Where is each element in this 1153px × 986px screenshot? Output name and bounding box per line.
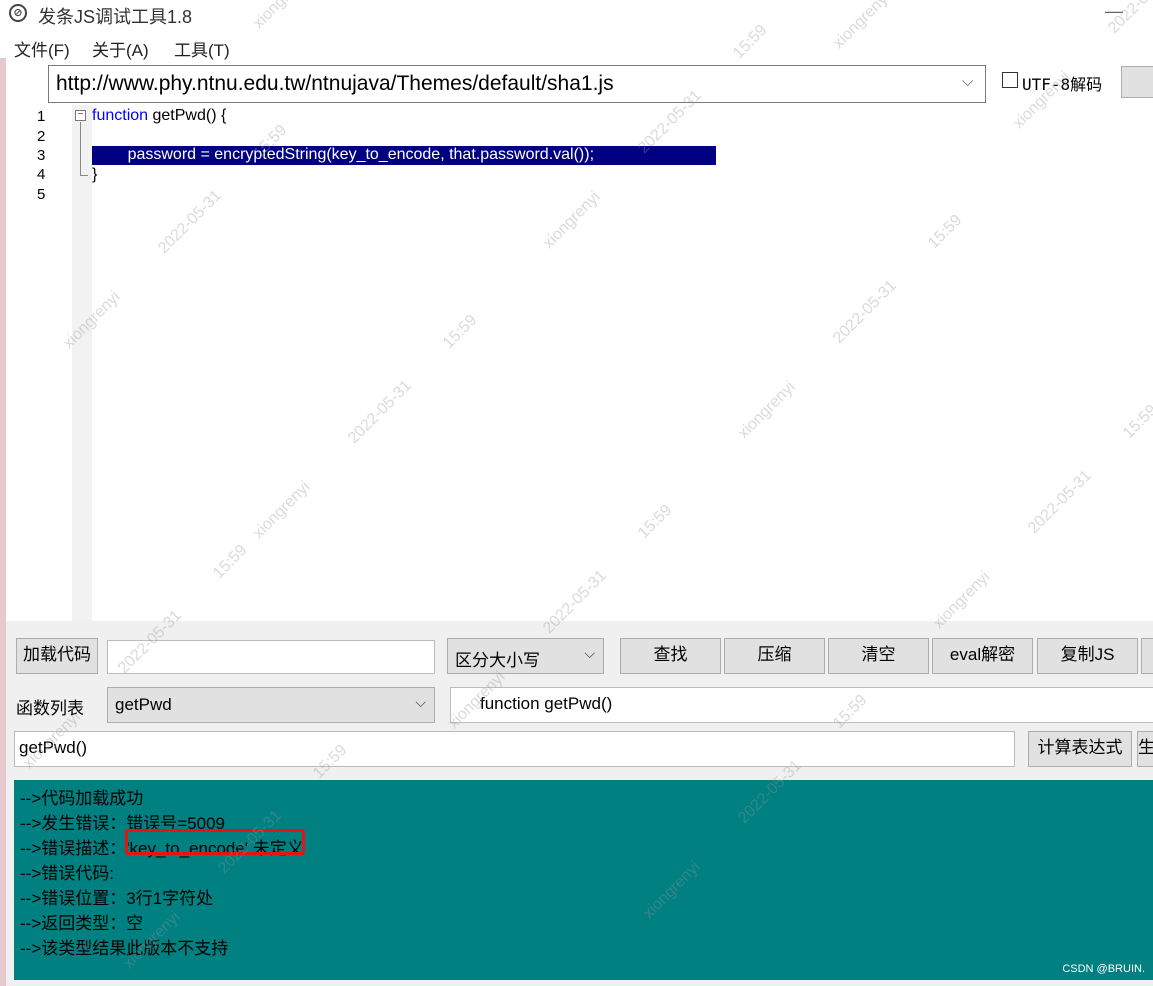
window-title: 发条JS调试工具1.8 bbox=[38, 7, 193, 27]
eval-decrypt-button[interactable]: eval解密 bbox=[932, 638, 1033, 674]
output-line: -->返回类型：空 bbox=[20, 914, 144, 933]
fold-guide-end bbox=[80, 175, 88, 176]
line-number: 4 bbox=[37, 166, 46, 183]
chevron-down-icon: ⌵ bbox=[584, 645, 595, 661]
collapse-icon[interactable]: − bbox=[75, 110, 86, 121]
compute-expression-button[interactable]: 计算表达式 bbox=[1028, 731, 1132, 767]
clear-button[interactable]: 清空 bbox=[828, 638, 929, 674]
source-credit: CSDN @BRUIN. bbox=[1062, 963, 1145, 975]
load-code-button[interactable]: 加载代码 bbox=[16, 638, 98, 674]
expression-value: getPwd() bbox=[19, 738, 88, 757]
line-number: 1 bbox=[37, 108, 46, 125]
line-number: 3 bbox=[37, 147, 46, 164]
function-list-label: 函数列表 bbox=[16, 699, 84, 718]
copy-js-button[interactable]: 复制JS bbox=[1037, 638, 1138, 674]
search-input[interactable] bbox=[107, 640, 435, 674]
expression-input[interactable] bbox=[14, 731, 1015, 767]
output-line: -->错误代码: bbox=[20, 864, 114, 883]
code-keyword: function bbox=[92, 107, 149, 124]
generate-button[interactable]: 生 bbox=[1137, 731, 1153, 767]
code-editor[interactable] bbox=[6, 105, 1153, 621]
code-text: getPwd() { bbox=[148, 107, 227, 124]
chevron-down-icon[interactable]: ⌵ bbox=[962, 73, 973, 90]
function-signature: function getPwd() bbox=[480, 694, 613, 713]
chevron-down-icon: ⌵ bbox=[415, 694, 426, 710]
app-icon: ⊘ bbox=[9, 4, 27, 22]
menu-bar bbox=[0, 34, 1153, 60]
compress-button[interactable]: 压缩 bbox=[724, 638, 825, 674]
line-number: 2 bbox=[37, 128, 46, 145]
code-line-1: function getPwd() { bbox=[92, 107, 226, 125]
menu-tools[interactable]: 工具(T) bbox=[174, 36, 230, 61]
minimize-button[interactable]: — bbox=[1103, 0, 1125, 26]
url-value: http://www.phy.ntnu.edu.tw/ntnujava/Them… bbox=[56, 72, 614, 95]
function-select[interactable]: getPwd ⌵ bbox=[107, 687, 435, 723]
more-button[interactable] bbox=[1141, 638, 1153, 674]
utf8-label: UTF-8解码 bbox=[1022, 75, 1103, 94]
output-line: -->代码加载成功 bbox=[20, 789, 144, 808]
function-select-value: getPwd bbox=[115, 695, 172, 714]
line-number: 5 bbox=[37, 186, 46, 203]
output-line: -->该类型结果此版本不支持 bbox=[20, 939, 229, 958]
error-highlight-box bbox=[125, 829, 305, 855]
menu-about[interactable]: 关于(A) bbox=[92, 36, 149, 61]
case-select[interactable]: 区分大小写 ⌵ bbox=[447, 638, 604, 674]
fold-margin bbox=[72, 105, 92, 621]
case-select-value: 区分大小写 bbox=[455, 651, 540, 670]
fold-guide bbox=[80, 122, 81, 175]
load-url-button[interactable] bbox=[1121, 66, 1153, 98]
find-button[interactable]: 查找 bbox=[620, 638, 721, 674]
code-line-3: password = encryptedString(key_to_encode… bbox=[92, 146, 595, 163]
utf8-checkbox[interactable] bbox=[1002, 72, 1018, 88]
menu-file[interactable]: 文件(F) bbox=[14, 36, 70, 61]
output-line: -->错误位置：3行1字符处 bbox=[20, 889, 214, 908]
code-line-4: } bbox=[92, 166, 98, 183]
